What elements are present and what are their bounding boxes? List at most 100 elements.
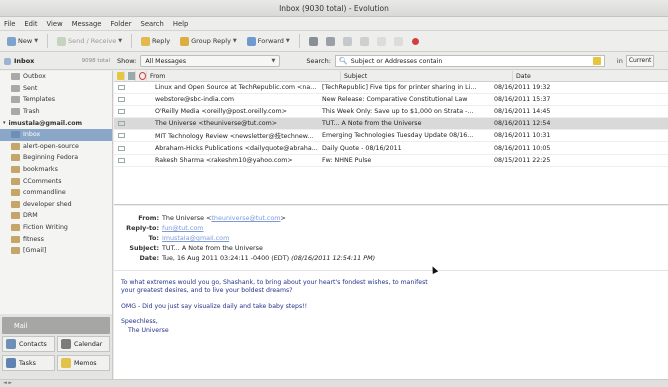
status-bar: ◄ ►	[0, 379, 668, 387]
folder-header: Inbox 9098 total	[0, 57, 113, 65]
from-name: The Universe <	[162, 214, 212, 222]
show-filter-select[interactable]: All Messages ▼	[140, 55, 281, 67]
read-status-cell[interactable]	[114, 145, 125, 151]
menu-message[interactable]: Message	[72, 20, 102, 28]
status-icon	[117, 72, 124, 80]
read-status-cell[interactable]	[114, 109, 125, 115]
subject-label: Subject:	[129, 244, 159, 252]
back-icon[interactable]	[376, 36, 386, 46]
switcher-tasks[interactable]: Tasks	[2, 355, 55, 371]
junk-icon[interactable]	[342, 36, 352, 46]
sidebar-item[interactable]: Fiction Writing	[0, 222, 112, 234]
table-row[interactable]: MIT Technology Review <newsletter@技techn…	[114, 130, 668, 143]
clear-search-icon[interactable]	[592, 57, 601, 65]
sidebar-item[interactable]: CComments	[0, 175, 112, 187]
group-reply-button[interactable]: Group Reply ▼	[177, 35, 240, 48]
menu-edit[interactable]: Edit	[24, 20, 37, 28]
sidebar-item[interactable]: developer shed	[0, 199, 112, 211]
date-column-header[interactable]: Date	[513, 71, 668, 82]
sidebar-item[interactable]: ▾ imustala@gmail.com	[0, 117, 112, 129]
folder-tree: Outbox Sent Templates Trash ▾ imustala@gmail.…	[0, 71, 113, 314]
menu-search[interactable]: Search	[141, 20, 164, 28]
envelope-icon	[117, 121, 125, 127]
sidebar-item[interactable]: Inbox	[0, 128, 112, 141]
search-input[interactable]: 🔍︎ Subject or Addresses contain	[334, 55, 605, 67]
message-rows: Linux and Open Source at TechRepublic.co…	[114, 82, 668, 167]
read-status-cell[interactable]	[114, 85, 125, 91]
reply-button[interactable]: Reply	[138, 35, 173, 48]
from-email-link[interactable]: theuniverse@tut.com	[211, 214, 280, 222]
new-button[interactable]: New ▼	[4, 35, 41, 48]
new-button-label: New	[18, 37, 33, 45]
table-row[interactable]: O'Reilly Media <oreilly@post.oreilly.com…	[114, 106, 668, 119]
folder-icon	[11, 224, 20, 232]
sidebar-item[interactable]: Templates	[0, 94, 112, 106]
switcher-memos[interactable]: Memos	[57, 355, 110, 371]
reply-to-link[interactable]: fun@tut.com	[162, 224, 203, 232]
sidebar-item[interactable]: fitness	[0, 233, 112, 245]
chevron-down-icon[interactable]: ▼	[118, 38, 122, 44]
forward-arrow-icon[interactable]	[393, 36, 403, 46]
sidebar-item[interactable]: commandline	[0, 187, 112, 199]
search-scope-label: in	[616, 57, 623, 65]
send-receive-button[interactable]: Send / Receive ▼	[54, 35, 125, 48]
chevron-down-icon[interactable]: ▼	[286, 38, 290, 44]
sidebar-item-label: CComments	[23, 177, 62, 185]
to-link[interactable]: imustala@gmail.com	[162, 234, 229, 242]
table-row[interactable]: Rakesh Sharma <rakeshm10@yahoo.com> Fw: N…	[114, 155, 668, 167]
date-cell: 08/16/2011 10:05	[494, 144, 551, 152]
search-icon[interactable]: 🔍︎	[339, 57, 348, 65]
sidebar-item[interactable]: DRM	[0, 210, 112, 222]
date-cell: 08/16/2011 12:54	[494, 120, 551, 128]
flag-icon	[139, 72, 146, 80]
sidebar-item-label: Inbox	[23, 131, 41, 139]
sidebar-item[interactable]: Trash	[0, 106, 112, 118]
switcher-calendar[interactable]: Calendar	[57, 336, 110, 352]
sidebar-item[interactable]: alert-open-source	[0, 141, 112, 153]
read-status-cell[interactable]	[114, 97, 125, 103]
search-bar: Inbox 9098 total Show: All Messages ▼ Se…	[0, 53, 668, 70]
sidebar-item-label: commandline	[23, 189, 66, 197]
status-column-header[interactable]	[114, 71, 125, 82]
read-status-cell[interactable]	[114, 121, 125, 127]
sidebar-item[interactable]: [Gmail]	[0, 245, 112, 257]
search-scope-select[interactable]: Current	[625, 55, 654, 67]
message-count: 9098 total	[81, 58, 110, 64]
message-body: To what extremes would you go, Shashank,…	[114, 271, 668, 335]
flag-column-header[interactable]	[136, 71, 147, 82]
read-status-cell[interactable]	[114, 157, 125, 163]
menu-file[interactable]: File	[4, 20, 15, 28]
archive-icon[interactable]	[325, 36, 335, 46]
print-icon[interactable]	[308, 36, 318, 46]
table-row[interactable]: Linux and Open Source at TechRepublic.co…	[114, 82, 668, 95]
chevron-down-icon[interactable]: ▼	[233, 38, 237, 44]
switcher-mail[interactable]: Mail	[2, 317, 110, 334]
not-junk-icon[interactable]	[359, 36, 369, 46]
body-line-5: The Universe	[128, 326, 169, 334]
new-message-icon	[7, 36, 16, 46]
message-preview: From: The Universe < theuniverse@tut.com…	[114, 206, 668, 379]
forward-button[interactable]: Forward ▼	[244, 35, 293, 48]
sidebar-item[interactable]: Sent	[0, 83, 112, 95]
attachment-column-header[interactable]	[125, 71, 136, 82]
sidebar-item[interactable]: bookmarks	[0, 164, 112, 176]
subject-column-header[interactable]: Subject	[341, 71, 513, 82]
table-row[interactable]: The Universe <theuniverse@tut.com> TUT...…	[114, 118, 668, 131]
send-receive-icon	[57, 36, 67, 46]
read-status-cell[interactable]	[114, 133, 125, 139]
from-end: >	[280, 214, 286, 222]
folder-icon	[11, 212, 20, 220]
from-column-header[interactable]: From	[147, 71, 341, 82]
menu-view[interactable]: View	[47, 20, 63, 28]
chevron-down-icon[interactable]: ▼	[34, 38, 38, 44]
stop-icon[interactable]	[411, 37, 419, 45]
table-row[interactable]: webstore@sbc-india.com New Release: Compa…	[114, 94, 668, 107]
subject-cell: TUT... A Note from the Universe	[322, 120, 422, 128]
expander-icon[interactable]: ▾	[3, 120, 6, 126]
sidebar-item[interactable]: Outbox	[0, 71, 112, 83]
menu-help[interactable]: Help	[173, 20, 189, 28]
menu-folder[interactable]: Folder	[110, 20, 131, 28]
switcher-contacts[interactable]: Contacts	[2, 336, 55, 352]
sidebar-item[interactable]: Beginning Fedora	[0, 152, 112, 164]
table-row[interactable]: Abraham-Hicks Publications <dailyquote@a…	[114, 142, 668, 155]
